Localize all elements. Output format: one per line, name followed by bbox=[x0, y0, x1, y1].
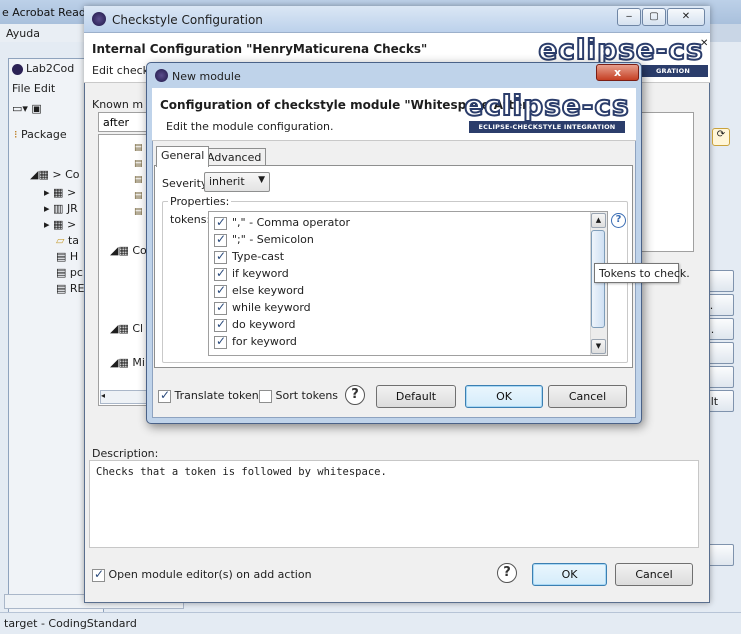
checkbox-icon bbox=[92, 567, 105, 582]
token-item[interactable]: else keyword bbox=[214, 283, 304, 301]
close-button[interactable]: ✕ bbox=[667, 8, 705, 26]
category-icon: ◢▦ bbox=[110, 244, 129, 257]
eclipse-icon bbox=[12, 63, 23, 75]
checkbox-icon[interactable] bbox=[214, 232, 227, 247]
checkbox-icon[interactable] bbox=[214, 334, 227, 349]
close-button[interactable]: x bbox=[596, 64, 639, 81]
tree-item[interactable]: ▤ H bbox=[56, 250, 78, 263]
tree-horizontal-scrollbar[interactable]: ◂ bbox=[100, 390, 148, 404]
package-explorer-tab[interactable]: ⁝ Package bbox=[14, 128, 67, 141]
module-icons-column: ▤ ▤ ▤ ▤ ▤ bbox=[134, 143, 143, 217]
eclipse-cs-logo: eclipse-cs ECLIPSE-CHECKSTYLE INTEGRATIO… bbox=[463, 89, 630, 133]
token-item[interactable]: while keyword bbox=[214, 300, 311, 318]
tree-item[interactable]: ▤ pc bbox=[56, 266, 83, 279]
tree-item[interactable]: ◢▦ > Co bbox=[30, 168, 79, 181]
scroll-down-icon[interactable]: ▼ bbox=[591, 339, 606, 354]
eclipse-icon bbox=[155, 69, 168, 82]
category-icon: ◢▦ bbox=[110, 322, 129, 335]
ok-button[interactable]: OK bbox=[532, 563, 607, 586]
token-item[interactable]: Type-cast bbox=[214, 249, 284, 267]
configured-modules-table[interactable] bbox=[640, 112, 694, 252]
checkbox-icon[interactable] bbox=[214, 300, 227, 315]
tree-item[interactable]: ▤ RE bbox=[56, 282, 85, 295]
token-item[interactable]: for keyword bbox=[214, 334, 297, 352]
translate-tokens-checkbox[interactable]: Translate tokens bbox=[158, 388, 264, 403]
folder-icon: ▦ bbox=[53, 218, 64, 231]
project-icon: ◢▦ bbox=[30, 168, 49, 181]
properties-label: Properties: bbox=[168, 195, 232, 208]
status-text: target - CodingStandard bbox=[4, 617, 137, 630]
checkbox-icon[interactable] bbox=[214, 266, 227, 281]
help-icon[interactable]: ? bbox=[611, 213, 626, 228]
tokens-label: tokens: bbox=[170, 213, 211, 226]
toolbar-icon[interactable]: ⟳ bbox=[712, 128, 730, 146]
tokens-tooltip: Tokens to check. bbox=[594, 263, 690, 283]
new-wizard-icon[interactable]: ▭▾ ▣ bbox=[12, 102, 42, 115]
file-icon: ▤ bbox=[56, 266, 67, 279]
new-module-title: New module bbox=[172, 70, 241, 83]
description-label: Description: bbox=[92, 447, 159, 460]
sort-tokens-checkbox[interactable]: Sort tokens bbox=[259, 389, 338, 403]
checkbox-icon[interactable] bbox=[214, 249, 227, 264]
checkstyle-banner-title: Internal Configuration "HenryMaticurena … bbox=[92, 42, 428, 56]
checkbox-icon[interactable] bbox=[214, 283, 227, 298]
package-icon: ⁝ bbox=[14, 128, 18, 141]
checkstyle-banner-subtitle: Edit check bbox=[92, 64, 150, 77]
new-module-banner-subtitle: Edit the module configuration. bbox=[166, 120, 334, 133]
token-item[interactable]: "," - Comma operator bbox=[214, 215, 350, 233]
token-item[interactable]: ";" - Semicolon bbox=[214, 232, 314, 250]
checkbox-icon[interactable] bbox=[214, 317, 227, 332]
tree-item[interactable]: ▸ ▦ > bbox=[44, 218, 76, 231]
tree-item[interactable]: ◢▦ Co bbox=[110, 244, 147, 257]
tree-item[interactable]: ◢▦ Mi bbox=[110, 356, 145, 369]
tree-item[interactable]: ◢▦ Cl bbox=[110, 322, 143, 335]
folder-icon: ▦ bbox=[53, 186, 64, 199]
help-icon[interactable]: ? bbox=[345, 385, 365, 405]
severity-dropdown[interactable]: inherit ▼ bbox=[204, 172, 270, 192]
folder-open-icon: ▱ bbox=[56, 234, 65, 247]
file-icon: ▤ bbox=[56, 282, 67, 295]
checkstyle-dialog-title: Checkstyle Configuration bbox=[112, 13, 263, 27]
category-icon: ◢▦ bbox=[110, 356, 129, 369]
tree-item[interactable]: ▸ ▦ > bbox=[44, 186, 76, 199]
checkbox-icon bbox=[158, 388, 171, 403]
background-title: e Acrobat Read bbox=[2, 6, 86, 19]
cancel-button[interactable]: Cancel bbox=[548, 385, 627, 408]
background-editor-title: Lab2Cod bbox=[12, 62, 74, 75]
chevron-down-icon: ▼ bbox=[258, 175, 265, 185]
cancel-button[interactable]: Cancel bbox=[615, 563, 693, 586]
minimize-button[interactable]: ‒ bbox=[617, 8, 641, 26]
help-icon[interactable]: ? bbox=[497, 563, 517, 583]
checkbox-icon bbox=[259, 389, 272, 403]
close-tab-icon[interactable]: ✕ bbox=[700, 38, 708, 49]
token-item[interactable]: if keyword bbox=[214, 266, 289, 284]
ok-button[interactable]: OK bbox=[465, 385, 543, 408]
file-icon: ▤ bbox=[56, 250, 67, 263]
background-menu[interactable]: File Edit bbox=[12, 82, 55, 95]
tree-item[interactable]: ▱ ta bbox=[56, 234, 79, 247]
tree-item[interactable]: ▸ ▥ JR bbox=[44, 202, 78, 215]
default-button[interactable]: Default bbox=[376, 385, 456, 408]
tab-general[interactable]: General bbox=[156, 146, 210, 167]
description-text: Checks that a token is followed by white… bbox=[96, 466, 387, 478]
token-item[interactable]: do keyword bbox=[214, 317, 296, 335]
known-modules-label: Known m bbox=[92, 98, 144, 111]
scroll-up-icon[interactable]: ▲ bbox=[591, 213, 606, 228]
maximize-button[interactable]: ▢ bbox=[642, 8, 666, 26]
menu-help[interactable]: Ayuda bbox=[6, 27, 40, 40]
library-icon: ▥ bbox=[53, 202, 64, 215]
checkbox-icon[interactable] bbox=[214, 215, 227, 230]
eclipse-icon bbox=[92, 12, 106, 26]
open-editor-checkbox[interactable]: Open module editor(s) on add action bbox=[92, 567, 312, 582]
